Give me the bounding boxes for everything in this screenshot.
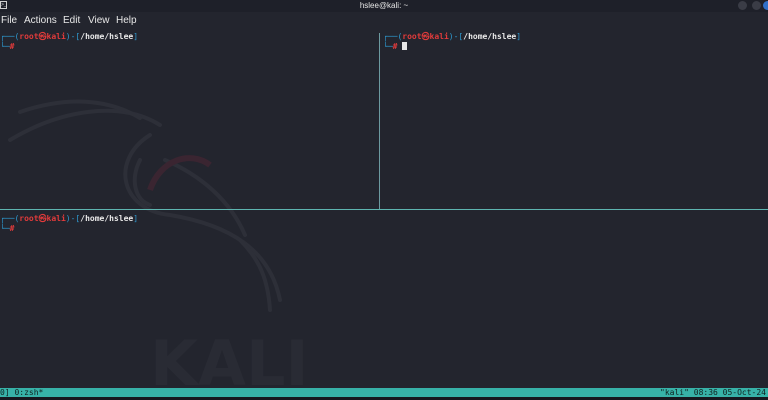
terminal-pane-top-right[interactable]: ┌──(root㉿kali)-[/home/hslee] └─# xyxy=(383,32,521,52)
prompt-input-line: └─# xyxy=(0,42,15,51)
window-titlebar: >_ hslee@kali: ~ xyxy=(0,0,768,12)
maximize-button[interactable] xyxy=(752,1,761,10)
status-host-time: "kali" 08:36 05-Oct-24 xyxy=(660,388,766,397)
pane-divider-horizontal[interactable] xyxy=(0,209,768,210)
terminal-pane-top-left[interactable]: ┌──(root㉿kali)-[/home/hslee] └─# xyxy=(0,32,138,52)
minimize-button[interactable] xyxy=(738,1,747,10)
menu-view[interactable]: View xyxy=(88,15,110,26)
menu-file[interactable]: File xyxy=(1,15,17,26)
menu-actions[interactable]: Actions xyxy=(24,15,57,26)
terminal-pane-bottom[interactable]: ┌──(root㉿kali)-[/home/hslee] └─# xyxy=(0,214,138,234)
prompt-input-line: └─# xyxy=(383,42,521,52)
pane-divider-vertical[interactable] xyxy=(379,33,380,209)
kali-logo-text: KALI xyxy=(150,327,309,388)
prompt-line: ┌──(root㉿kali)-[/home/hslee] xyxy=(383,32,522,41)
prompt-path: /home/hslee xyxy=(463,32,517,41)
prompt-line: ┌──(root㉿kali)-[/home/hslee] xyxy=(0,214,139,223)
prompt-path: /home/hslee xyxy=(80,32,134,41)
menu-bar: File Actions Edit View Help xyxy=(0,13,768,29)
tmux-status-bar: 0] 0:zsh* "kali" 08:36 05-Oct-24 xyxy=(0,388,768,397)
menu-help[interactable]: Help xyxy=(116,15,137,26)
text-cursor xyxy=(402,42,408,50)
kali-logo-watermark: KALI xyxy=(8,99,309,388)
prompt-path: /home/hslee xyxy=(80,214,134,223)
prompt-input-line: └─# xyxy=(0,224,15,233)
menu-edit[interactable]: Edit xyxy=(63,15,80,26)
window-title: hslee@kali: ~ xyxy=(359,1,409,10)
close-button[interactable] xyxy=(763,1,768,10)
prompt-line: ┌──(root㉿kali)-[/home/hslee] xyxy=(0,32,139,41)
status-window-list[interactable]: 0] 0:zsh* xyxy=(0,388,43,397)
